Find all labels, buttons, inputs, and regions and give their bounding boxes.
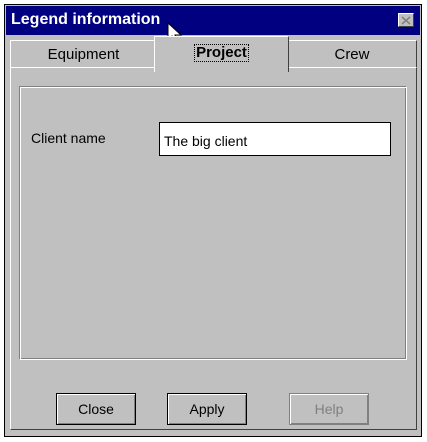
window-title: Legend information	[11, 11, 161, 28]
close-icon	[401, 15, 411, 25]
title-bar[interactable]: Legend information	[6, 6, 420, 35]
tab-crew-label: Crew	[334, 46, 370, 63]
tab-equipment[interactable]: Equipment	[10, 40, 157, 68]
tab-equipment-label: Equipment	[47, 46, 120, 63]
help-button: Help	[289, 393, 369, 425]
tab-project-label: Project	[194, 44, 249, 62]
apply-button[interactable]: Apply	[167, 393, 247, 425]
client-name-input[interactable]	[159, 122, 391, 156]
tab-crew[interactable]: Crew	[287, 40, 417, 68]
close-button[interactable]: Close	[56, 393, 136, 425]
client-name-label: Client name	[31, 130, 106, 146]
title-close-button[interactable]	[398, 13, 414, 27]
tab-panel-project: Client name Close Apply Help	[10, 67, 417, 430]
tab-project[interactable]: Project	[154, 36, 289, 72]
